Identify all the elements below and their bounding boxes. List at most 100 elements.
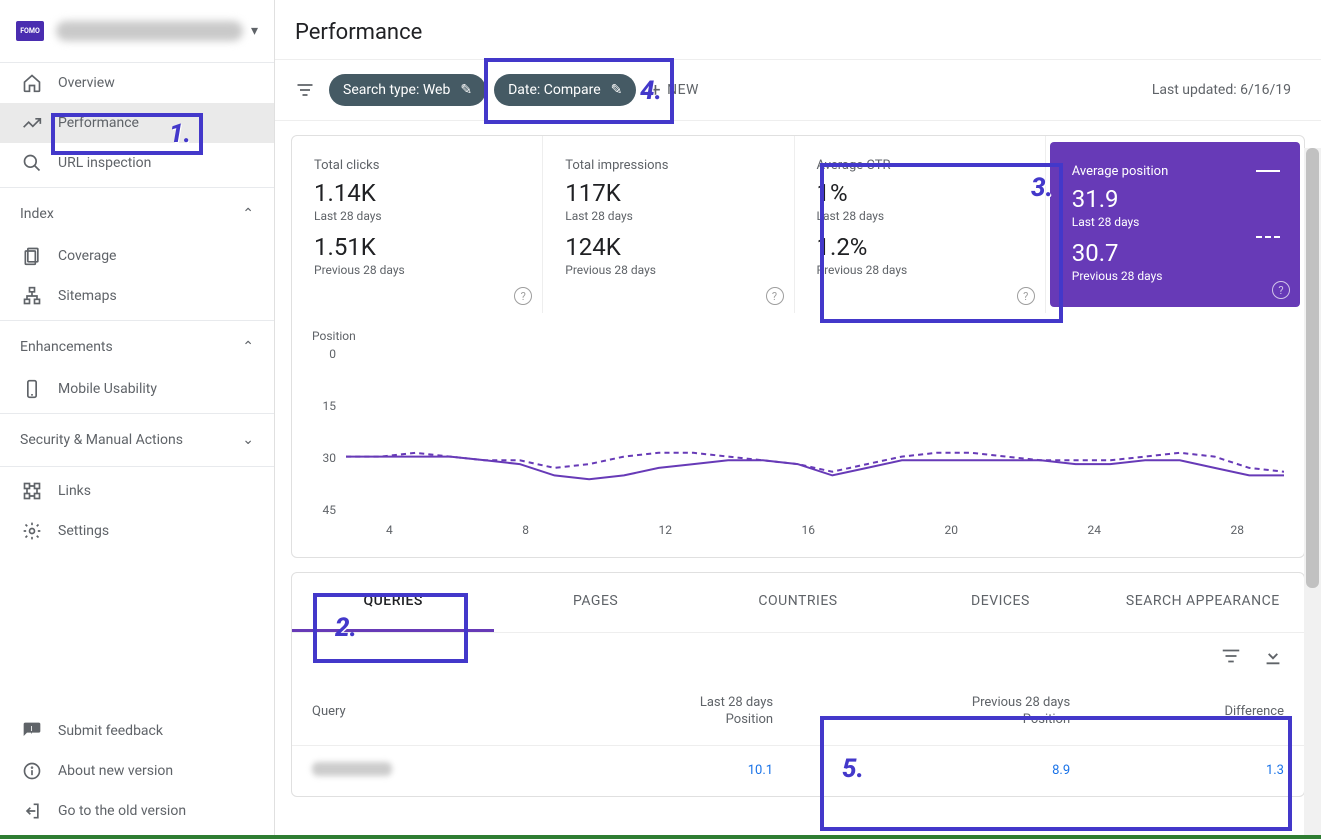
- tab-search-appearance[interactable]: SEARCH APPEARANCE: [1102, 573, 1304, 632]
- sidebar-item-label: Go to the old version: [58, 803, 186, 819]
- cell-difference: 1.3: [1090, 745, 1304, 796]
- sidebar-item-label: Overview: [58, 75, 115, 91]
- table-toolbar: [292, 633, 1304, 679]
- sidebar-section-label: Security & Manual Actions: [20, 432, 183, 448]
- data-table: Query Last 28 days Position Previous 28 …: [292, 679, 1304, 796]
- sidebar-item-about[interactable]: About new version: [0, 751, 274, 791]
- tab-devices[interactable]: DEVICES: [899, 573, 1101, 632]
- last-updated: Last updated: 6/16/19: [1152, 82, 1301, 98]
- tab-queries[interactable]: QUERIES: [292, 573, 494, 632]
- tabs-card: QUERIES PAGES COUNTRIES DEVICES SEARCH A…: [291, 572, 1305, 797]
- property-name-blurred: [56, 21, 243, 41]
- chevron-down-icon: ⌄: [242, 432, 254, 448]
- table-row[interactable]: 10.1 8.9 1.3: [292, 745, 1304, 796]
- sidebar: FOMO ▾ Overview Performance URL inspecti…: [0, 0, 275, 839]
- scrollbar[interactable]: [1304, 148, 1321, 839]
- th-query[interactable]: Query: [292, 679, 550, 745]
- tabs-row: QUERIES PAGES COUNTRIES DEVICES SEARCH A…: [292, 573, 1304, 633]
- metric-total-clicks[interactable]: Total clicks 1.14K Last 28 days 1.51K Pr…: [292, 136, 543, 313]
- tab-countries[interactable]: COUNTRIES: [697, 573, 899, 632]
- sidebar-item-label: Sitemaps: [58, 288, 117, 304]
- metrics-card: Total clicks 1.14K Last 28 days 1.51K Pr…: [291, 135, 1305, 558]
- cell-last-position: 10.1: [550, 745, 793, 796]
- sidebar-item-sitemaps[interactable]: Sitemaps: [0, 276, 274, 316]
- sidebar-item-coverage[interactable]: Coverage: [0, 236, 274, 276]
- sidebar-item-feedback[interactable]: Submit feedback: [0, 711, 274, 751]
- th-difference[interactable]: Difference: [1090, 679, 1304, 745]
- home-icon: [20, 71, 44, 95]
- bottom-bar: [0, 835, 1321, 839]
- trend-icon: [20, 111, 44, 135]
- feedback-icon: [20, 719, 44, 743]
- property-selector[interactable]: FOMO ▾: [0, 0, 274, 63]
- chevron-up-icon: ⌃: [242, 206, 254, 222]
- sidebar-item-label: Mobile Usability: [58, 381, 157, 397]
- property-logo: FOMO: [16, 21, 44, 41]
- main-content: Performance Search type: Web ✎ Date: Com…: [275, 0, 1321, 839]
- links-icon: [20, 479, 44, 503]
- cell-query: [292, 745, 550, 796]
- chevron-down-icon: ▾: [251, 23, 258, 39]
- sidebar-item-url-inspection[interactable]: URL inspection: [0, 143, 274, 183]
- pencil-icon: ✎: [460, 82, 472, 98]
- sidebar-item-label: About new version: [58, 763, 173, 779]
- chip-label: Search type: Web: [343, 82, 450, 98]
- sidebar-item-label: Settings: [58, 523, 109, 539]
- metric-average-position[interactable]: Average position 31.9 Last 28 days 30.7 …: [1050, 142, 1300, 307]
- sitemap-icon: [20, 284, 44, 308]
- sidebar-item-links[interactable]: Links: [0, 471, 274, 511]
- help-icon[interactable]: ?: [766, 287, 784, 305]
- exit-icon: [20, 799, 44, 823]
- sidebar-item-performance[interactable]: Performance: [0, 103, 274, 143]
- download-button[interactable]: [1262, 645, 1284, 667]
- sidebar-item-mobile-usability[interactable]: Mobile Usability: [0, 369, 274, 409]
- gear-icon: [20, 519, 44, 543]
- table-header-row: Query Last 28 days Position Previous 28 …: [292, 679, 1304, 745]
- sidebar-item-label: URL inspection: [58, 155, 151, 171]
- sidebar-item-label: Submit feedback: [58, 723, 163, 739]
- sidebar-item-label: Performance: [58, 115, 139, 131]
- chart-ylabel: Position: [312, 329, 1284, 343]
- add-filter-button[interactable]: NEW: [650, 80, 699, 101]
- chart-x-axis: 4 8 12 16 20 24 28: [346, 523, 1284, 537]
- filter-bar: Search type: Web ✎ Date: Compare ✎ NEW L…: [275, 59, 1321, 121]
- pencil-icon: ✎: [611, 82, 623, 98]
- tab-pages[interactable]: PAGES: [494, 573, 696, 632]
- sidebar-section-enhancements[interactable]: Enhancements ⌃: [0, 325, 274, 369]
- sidebar-item-old-version[interactable]: Go to the old version: [0, 791, 274, 831]
- chart-y-axis: 0 15 30 45: [312, 347, 342, 517]
- pages-icon: [20, 244, 44, 268]
- metric-average-ctr[interactable]: Average CTR 1% Last 28 days 1.2% Previou…: [795, 136, 1046, 313]
- help-icon[interactable]: ?: [1272, 281, 1290, 299]
- th-last-position[interactable]: Last 28 days Position: [550, 679, 793, 745]
- sidebar-item-overview[interactable]: Overview: [0, 63, 274, 103]
- scrollbar-thumb[interactable]: [1306, 148, 1319, 588]
- sidebar-section-security[interactable]: Security & Manual Actions ⌄: [0, 418, 274, 462]
- chip-date[interactable]: Date: Compare ✎: [494, 74, 636, 106]
- sidebar-item-settings[interactable]: Settings: [0, 511, 274, 551]
- sidebar-section-index[interactable]: Index ⌃: [0, 192, 274, 236]
- chart-svg: [346, 347, 1284, 517]
- sidebar-section-label: Enhancements: [20, 339, 113, 355]
- chip-search-type[interactable]: Search type: Web ✎: [329, 74, 486, 106]
- phone-icon: [20, 377, 44, 401]
- chevron-up-icon: ⌃: [242, 339, 254, 355]
- info-icon: [20, 759, 44, 783]
- page-title: Performance: [275, 0, 1321, 59]
- help-icon[interactable]: ?: [514, 287, 532, 305]
- cell-prev-position: 8.9: [793, 745, 1090, 796]
- content-scroll[interactable]: Total clicks 1.14K Last 28 days 1.51K Pr…: [275, 121, 1321, 839]
- chart: Position 0 15 30 45 4 8 12: [292, 313, 1304, 547]
- sidebar-item-label: Coverage: [58, 248, 116, 264]
- chip-label: Date: Compare: [508, 82, 601, 98]
- query-blurred: [312, 762, 392, 776]
- sidebar-item-label: Links: [58, 483, 91, 499]
- series-indicator: [1256, 170, 1280, 176]
- th-prev-position[interactable]: Previous 28 days Position: [793, 679, 1090, 745]
- filter-icon[interactable]: [295, 80, 315, 100]
- table-filter-button[interactable]: [1220, 645, 1242, 667]
- help-icon[interactable]: ?: [1017, 287, 1035, 305]
- metric-total-impressions[interactable]: Total impressions 117K Last 28 days 124K…: [543, 136, 794, 313]
- search-icon: [20, 151, 44, 175]
- series-indicator: [1256, 236, 1280, 238]
